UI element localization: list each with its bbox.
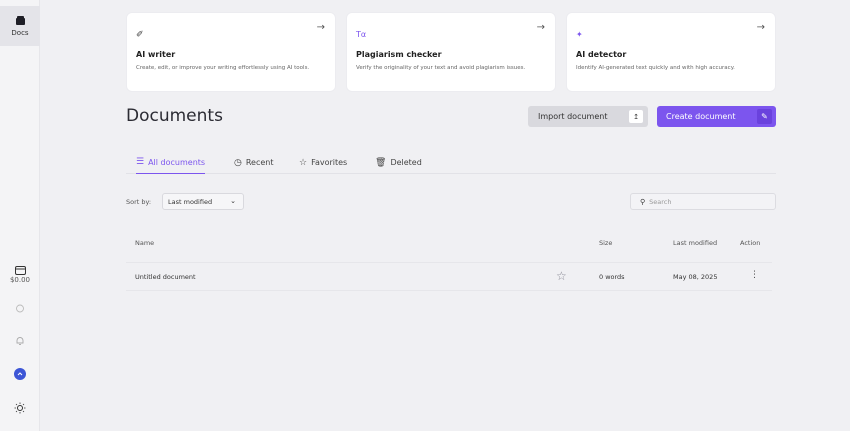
card-description: Create, edit, or improve your writing ef… <box>136 65 310 71</box>
sidebar-item-docs[interactable]: Docs <box>0 6 40 46</box>
card-title: AI writer <box>136 50 176 59</box>
create-document-button[interactable]: Create document ✎ <box>657 106 776 127</box>
trash-icon: 🗑 <box>375 157 387 168</box>
search-icon: ⚲ <box>640 197 646 206</box>
text-check-icon: Tα <box>356 30 367 39</box>
column-header-name: Name <box>135 239 155 247</box>
sort-value: Last modified <box>168 197 213 206</box>
sparkle-icon: ✦ <box>576 30 583 39</box>
tab-recent[interactable]: ◷ Recent <box>234 151 274 174</box>
wallet-icon <box>14 266 26 275</box>
column-header-action: Action <box>740 239 761 247</box>
column-header-last-modified: Last modified <box>673 239 718 247</box>
column-header-size: Size <box>599 239 613 247</box>
tab-label: Recent <box>245 158 274 167</box>
sidebar-item-credits[interactable]: $0.00 <box>0 266 40 284</box>
star-icon: ☆ <box>299 157 308 168</box>
card-description: Identify AI-generated text quickly and w… <box>576 65 735 71</box>
card-title: Plagiarism checker <box>356 50 442 59</box>
create-label: Create document <box>666 112 736 121</box>
lightbulb-icon <box>16 304 24 313</box>
sidebar-item-theme[interactable] <box>0 402 40 414</box>
bell-icon <box>16 337 24 345</box>
import-label: Import document <box>538 112 608 121</box>
sidebar-item-account[interactable] <box>0 368 40 380</box>
card-description: Verify the originality of your text and … <box>356 65 526 71</box>
folder-icon <box>15 16 25 25</box>
sidebar-item-label: Docs <box>11 29 29 37</box>
card-plagiarism-checker[interactable]: Tα → Plagiarism checker Verify the origi… <box>346 12 556 92</box>
search-input[interactable]: ⚲ Search <box>630 193 776 210</box>
arrow-right-icon: → <box>536 22 545 33</box>
tab-deleted[interactable]: 🗑 Deleted <box>375 151 422 174</box>
import-document-button[interactable]: Import document ↥ <box>528 106 648 127</box>
tab-label: Favorites <box>311 158 348 167</box>
chevron-down-icon: ⌄ <box>230 197 236 205</box>
pencil-icon: ✎ <box>757 109 772 124</box>
table-row[interactable]: Untitled document ☆ 0 words May 08, 2025… <box>126 262 772 291</box>
avatar-icon <box>14 368 26 380</box>
theme-toggle-icon <box>14 402 26 414</box>
tab-label: Deleted <box>390 158 422 167</box>
arrow-right-icon: → <box>756 22 765 33</box>
favorite-star-icon[interactable]: ☆ <box>556 269 567 283</box>
search-placeholder: Search <box>649 197 672 206</box>
sidebar: Docs $0.00 <box>0 0 40 431</box>
document-tabs: ☰ All documents ◷ Recent ☆ Favorites 🗑 D… <box>126 148 776 174</box>
credits-label: $0.00 <box>9 276 31 284</box>
sort-label: Sort by: <box>126 198 152 206</box>
upload-icon: ↥ <box>629 110 643 123</box>
tab-all-documents[interactable]: ☰ All documents <box>136 151 206 174</box>
document-size: 0 words <box>599 273 625 281</box>
document-modified: May 08, 2025 <box>673 273 718 281</box>
sidebar-item-notifications[interactable] <box>0 336 40 346</box>
main-content: ✐ → AI writer Create, edit, or improve y… <box>40 0 850 431</box>
pen-icon: ✐ <box>136 30 144 40</box>
arrow-right-icon: → <box>316 22 325 33</box>
clock-icon: ◷ <box>234 157 242 168</box>
page-title: Documents <box>126 106 223 126</box>
card-ai-writer[interactable]: ✐ → AI writer Create, edit, or improve y… <box>126 12 336 92</box>
more-actions-icon[interactable]: ⋮ <box>750 270 759 280</box>
tab-label: All documents <box>148 157 206 167</box>
sort-select[interactable]: Last modified ⌄ <box>162 193 244 210</box>
list-icon: ☰ <box>136 157 145 167</box>
sidebar-item-ideas[interactable] <box>0 304 40 314</box>
card-ai-detector[interactable]: ✦ → AI detector Identify AI-generated te… <box>566 12 776 92</box>
tab-favorites[interactable]: ☆ Favorites <box>299 151 347 174</box>
document-name[interactable]: Untitled document <box>135 273 196 281</box>
card-title: AI detector <box>576 50 627 59</box>
